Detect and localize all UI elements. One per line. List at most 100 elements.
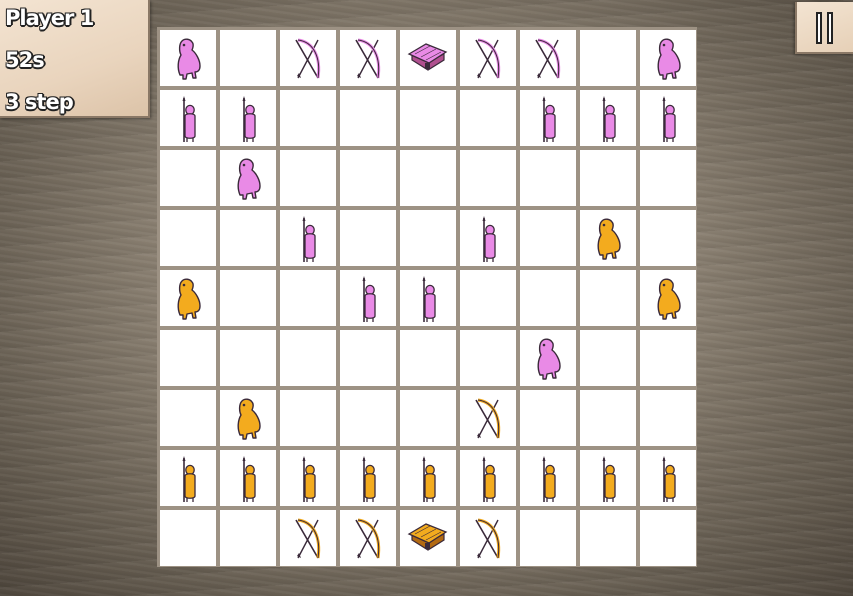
board-cell[interactable]	[520, 510, 576, 566]
board-cell[interactable]	[640, 330, 696, 386]
board-cell[interactable]	[280, 30, 336, 86]
pink-archer-piece[interactable]	[280, 30, 336, 86]
board-cell[interactable]	[160, 330, 216, 386]
pink-spearman-piece[interactable]	[280, 210, 336, 266]
board-cell[interactable]	[340, 150, 396, 206]
board-cell[interactable]	[640, 90, 696, 146]
board-cell[interactable]	[220, 450, 276, 506]
board-cell[interactable]	[400, 510, 456, 566]
board-cell[interactable]	[640, 210, 696, 266]
board-cell[interactable]	[640, 150, 696, 206]
board-cell[interactable]	[520, 270, 576, 326]
pause-button[interactable]	[795, 2, 853, 54]
pink-beast-piece[interactable]	[160, 30, 216, 86]
board-cell[interactable]	[340, 30, 396, 86]
board-cell[interactable]	[640, 510, 696, 566]
board-cell[interactable]	[400, 210, 456, 266]
board-cell[interactable]	[520, 30, 576, 86]
board-cell[interactable]	[580, 90, 636, 146]
board-cell[interactable]	[340, 210, 396, 266]
board-cell[interactable]	[400, 330, 456, 386]
board-cell[interactable]	[520, 150, 576, 206]
board-cell[interactable]	[580, 30, 636, 86]
board-cell[interactable]	[160, 30, 216, 86]
pink-beast-piece[interactable]	[520, 330, 576, 386]
orange-spearman-piece[interactable]	[280, 450, 336, 506]
pink-spearman-piece[interactable]	[160, 90, 216, 146]
orange-spearman-piece[interactable]	[400, 450, 456, 506]
board-cell[interactable]	[520, 450, 576, 506]
board-cell[interactable]	[520, 90, 576, 146]
board-cell[interactable]	[400, 390, 456, 446]
orange-spearman-piece[interactable]	[460, 450, 516, 506]
board-cell[interactable]	[520, 210, 576, 266]
board-cell[interactable]	[640, 390, 696, 446]
board-cell[interactable]	[460, 390, 516, 446]
orange-house-piece[interactable]	[400, 510, 456, 566]
orange-beast-piece[interactable]	[640, 270, 696, 326]
board-cell[interactable]	[460, 450, 516, 506]
board-cell[interactable]	[580, 270, 636, 326]
orange-spearman-piece[interactable]	[520, 450, 576, 506]
board-cell[interactable]	[640, 270, 696, 326]
board-cell[interactable]	[160, 450, 216, 506]
orange-archer-piece[interactable]	[340, 510, 396, 566]
board-cell[interactable]	[400, 90, 456, 146]
pink-spearman-piece[interactable]	[640, 90, 696, 146]
board-cell[interactable]	[160, 510, 216, 566]
pink-spearman-piece[interactable]	[460, 210, 516, 266]
board-cell[interactable]	[160, 270, 216, 326]
board-cell[interactable]	[280, 150, 336, 206]
orange-archer-piece[interactable]	[280, 510, 336, 566]
board-cell[interactable]	[340, 330, 396, 386]
orange-archer-piece[interactable]	[460, 510, 516, 566]
board-cell[interactable]	[160, 390, 216, 446]
orange-archer-piece[interactable]	[460, 390, 516, 446]
board-cell[interactable]	[220, 330, 276, 386]
orange-spearman-piece[interactable]	[640, 450, 696, 506]
board-cell[interactable]	[580, 210, 636, 266]
board-cell[interactable]	[460, 210, 516, 266]
board-cell[interactable]	[280, 510, 336, 566]
board-cell[interactable]	[160, 150, 216, 206]
board-cell[interactable]	[340, 270, 396, 326]
board-cell[interactable]	[580, 330, 636, 386]
pink-beast-piece[interactable]	[220, 150, 276, 206]
board-cell[interactable]	[220, 390, 276, 446]
board-cell[interactable]	[520, 330, 576, 386]
board-cell[interactable]	[340, 390, 396, 446]
board-cell[interactable]	[220, 90, 276, 146]
board-cell[interactable]	[460, 510, 516, 566]
board-cell[interactable]	[640, 450, 696, 506]
pink-spearman-piece[interactable]	[580, 90, 636, 146]
pink-spearman-piece[interactable]	[220, 90, 276, 146]
board-cell[interactable]	[280, 450, 336, 506]
board-cell[interactable]	[400, 450, 456, 506]
pink-archer-piece[interactable]	[460, 30, 516, 86]
board-cell[interactable]	[220, 510, 276, 566]
board-cell[interactable]	[580, 390, 636, 446]
pink-spearman-piece[interactable]	[340, 270, 396, 326]
board-cell[interactable]	[340, 90, 396, 146]
board-cell[interactable]	[220, 210, 276, 266]
orange-spearman-piece[interactable]	[220, 450, 276, 506]
board-cell[interactable]	[280, 270, 336, 326]
orange-beast-piece[interactable]	[580, 210, 636, 266]
orange-beast-piece[interactable]	[220, 390, 276, 446]
board-cell[interactable]	[220, 150, 276, 206]
orange-beast-piece[interactable]	[160, 270, 216, 326]
board-cell[interactable]	[160, 90, 216, 146]
orange-spearman-piece[interactable]	[340, 450, 396, 506]
board-cell[interactable]	[280, 390, 336, 446]
board-cell[interactable]	[400, 30, 456, 86]
board-cell[interactable]	[220, 30, 276, 86]
pink-archer-piece[interactable]	[520, 30, 576, 86]
board-cell[interactable]	[160, 210, 216, 266]
board-cell[interactable]	[460, 30, 516, 86]
board-cell[interactable]	[280, 330, 336, 386]
board-cell[interactable]	[460, 90, 516, 146]
pink-house-piece[interactable]	[400, 30, 456, 86]
board-cell[interactable]	[340, 510, 396, 566]
board-cell[interactable]	[640, 30, 696, 86]
board-cell[interactable]	[340, 450, 396, 506]
